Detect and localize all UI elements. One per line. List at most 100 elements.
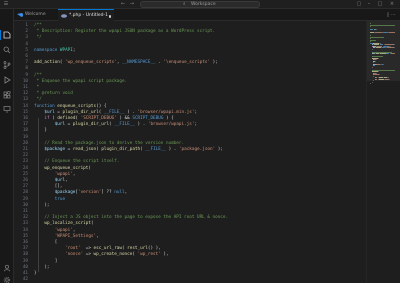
active-indicator bbox=[0, 30, 1, 40]
code-token: $url bbox=[54, 122, 66, 128]
code-token: $url bbox=[44, 109, 55, 115]
maximize-icon[interactable]: □ bbox=[377, 1, 383, 7]
code-token: enqueue_scripts bbox=[57, 103, 97, 109]
tab-untitled-php[interactable]: *.php - Untitled-1 bbox=[58, 9, 114, 21]
code-text: ); bbox=[34, 202, 50, 209]
minimize-icon[interactable]: – bbox=[366, 1, 372, 7]
source-control-icon[interactable] bbox=[3, 61, 11, 69]
back-arrow-icon[interactable]: ← bbox=[120, 1, 126, 7]
layout-icon[interactable]: ▢ bbox=[356, 1, 362, 7]
minimap-token bbox=[370, 24, 396, 26]
unsaved-dot-icon[interactable] bbox=[108, 15, 111, 18]
code-token: 'wpapi' bbox=[54, 227, 73, 233]
code-token: , bbox=[124, 190, 128, 196]
search-text: Workspace bbox=[191, 2, 216, 7]
code-token: true bbox=[54, 196, 66, 202]
code-token: WPAPI bbox=[59, 47, 73, 53]
code-token: plugin_dir_url bbox=[62, 109, 99, 115]
code-token: // Enqueue the script itself. bbox=[44, 159, 120, 165]
code-text: } bbox=[34, 271, 37, 277]
minimap-token bbox=[382, 32, 388, 33]
code-text: */ bbox=[34, 35, 42, 41]
code-token: ) { bbox=[163, 116, 174, 121]
minimap-token bbox=[374, 60, 376, 62]
code-token: __NAMESPACE__ bbox=[122, 60, 156, 66]
minimap-token bbox=[370, 36, 384, 38]
code-token: ), bbox=[160, 252, 169, 258]
code-token: __FILE__ bbox=[103, 109, 125, 115]
code-token: /** bbox=[34, 23, 42, 28]
code-token: wp_enqueue_script bbox=[44, 165, 89, 171]
code-token: SCRIPT_DEBUG bbox=[132, 116, 164, 121]
code-token: ] bbox=[34, 258, 58, 264]
account-icon[interactable] bbox=[3, 264, 11, 272]
code-token: 'browser/wpapi.js' bbox=[147, 122, 195, 128]
run-debug-icon[interactable] bbox=[3, 76, 11, 84]
code-text: * Enqueue the wpapi script package. bbox=[34, 79, 128, 85]
minimap-token bbox=[374, 32, 383, 33]
minimap-token bbox=[370, 39, 376, 41]
code-token: } bbox=[34, 128, 47, 134]
minimap-token bbox=[373, 75, 374, 77]
code-token: ; bbox=[194, 122, 198, 128]
code-token: * bbox=[34, 85, 40, 90]
code-token: = bbox=[65, 147, 73, 152]
minimap-token bbox=[373, 80, 374, 81]
code-token: ] ?? bbox=[101, 190, 115, 196]
code-token: wp_localize_script bbox=[44, 221, 91, 227]
code-token: * @return void bbox=[34, 91, 73, 97]
extensions-icon[interactable] bbox=[3, 91, 11, 99]
command-center-search[interactable]: ⌕ Workspace bbox=[140, 1, 260, 8]
tab-welcome[interactable]: Welcome bbox=[14, 9, 58, 21]
minimap-token bbox=[378, 71, 379, 72]
forward-arrow-icon[interactable]: → bbox=[129, 1, 135, 7]
code-token: ) . bbox=[134, 122, 148, 128]
code-token: ); bbox=[34, 264, 50, 270]
settings-icon[interactable] bbox=[3, 276, 11, 283]
code-token: , bbox=[96, 233, 99, 239]
code-token: '\enqueue_scripts' bbox=[163, 60, 210, 66]
code-text: * Description: Register the wpapi JSON p… bbox=[34, 29, 216, 35]
code-token: [], bbox=[34, 184, 63, 190]
tab-label: *.php - Untitled-1 bbox=[69, 13, 109, 18]
code-token: add_action bbox=[34, 60, 60, 66]
minimap-token bbox=[389, 32, 395, 33]
code-token: $package bbox=[44, 147, 66, 152]
code-token: ( bbox=[88, 165, 91, 171]
minimap-token bbox=[377, 57, 379, 59]
code-token: ); bbox=[215, 147, 223, 152]
code-token: rest_url bbox=[127, 246, 148, 252]
code-token: } bbox=[34, 271, 37, 276]
code-token: ); bbox=[34, 202, 50, 208]
code-token: */ bbox=[34, 35, 42, 41]
minimap-token bbox=[393, 44, 395, 45]
remote-icon[interactable] bbox=[3, 105, 11, 113]
minimap-token bbox=[371, 66, 373, 68]
minimap-token bbox=[370, 83, 371, 84]
minimap[interactable] bbox=[366, 21, 400, 283]
minimap-token bbox=[370, 26, 372, 27]
code-token: 'WPAPI_Settings' bbox=[54, 233, 97, 239]
code-token: => bbox=[83, 252, 94, 258]
tab-bar: Welcome *.php - Untitled-1 ▯ ⋯ bbox=[14, 9, 400, 21]
code-token: 'nonce' bbox=[65, 252, 84, 258]
code-token: , bbox=[72, 171, 76, 177]
code-token: , bbox=[65, 178, 68, 183]
code-token: */ bbox=[34, 97, 42, 103]
code-text: } bbox=[34, 128, 47, 134]
editor-actions-icon[interactable]: ▯ ⋯ bbox=[387, 12, 396, 18]
code-editor[interactable]: 1/** 2 * Description: Register the wpapi … bbox=[14, 21, 366, 283]
minimap-token bbox=[389, 78, 390, 80]
code-token: function bbox=[34, 103, 55, 109]
close-icon[interactable]: × bbox=[389, 1, 395, 7]
code-token: null bbox=[114, 190, 125, 196]
explorer-icon[interactable] bbox=[3, 31, 11, 39]
menu-icon[interactable]: ☰ bbox=[3, 1, 9, 7]
code-token: 'wp_enqueue_scripts' bbox=[65, 60, 117, 66]
search-icon[interactable] bbox=[3, 46, 11, 54]
